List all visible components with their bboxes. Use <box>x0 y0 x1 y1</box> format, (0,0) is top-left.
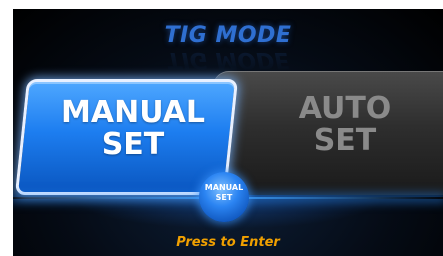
mode-screen: TIG MODE TIG MODE AUTO SET MANUAL SET MANU… <box>13 9 443 256</box>
mode-title: TIG MODE <box>164 23 292 48</box>
manual-set-label: MANUAL SET <box>61 95 205 162</box>
selector-knob-label: MANUAL SET <box>204 183 244 202</box>
top-pointer-icon <box>226 0 236 7</box>
mode-title-reflection: TIG MODE <box>166 47 290 72</box>
auto-set-label: AUTO SET <box>298 91 392 158</box>
press-to-enter-prompt: Press to Enter <box>176 235 280 250</box>
